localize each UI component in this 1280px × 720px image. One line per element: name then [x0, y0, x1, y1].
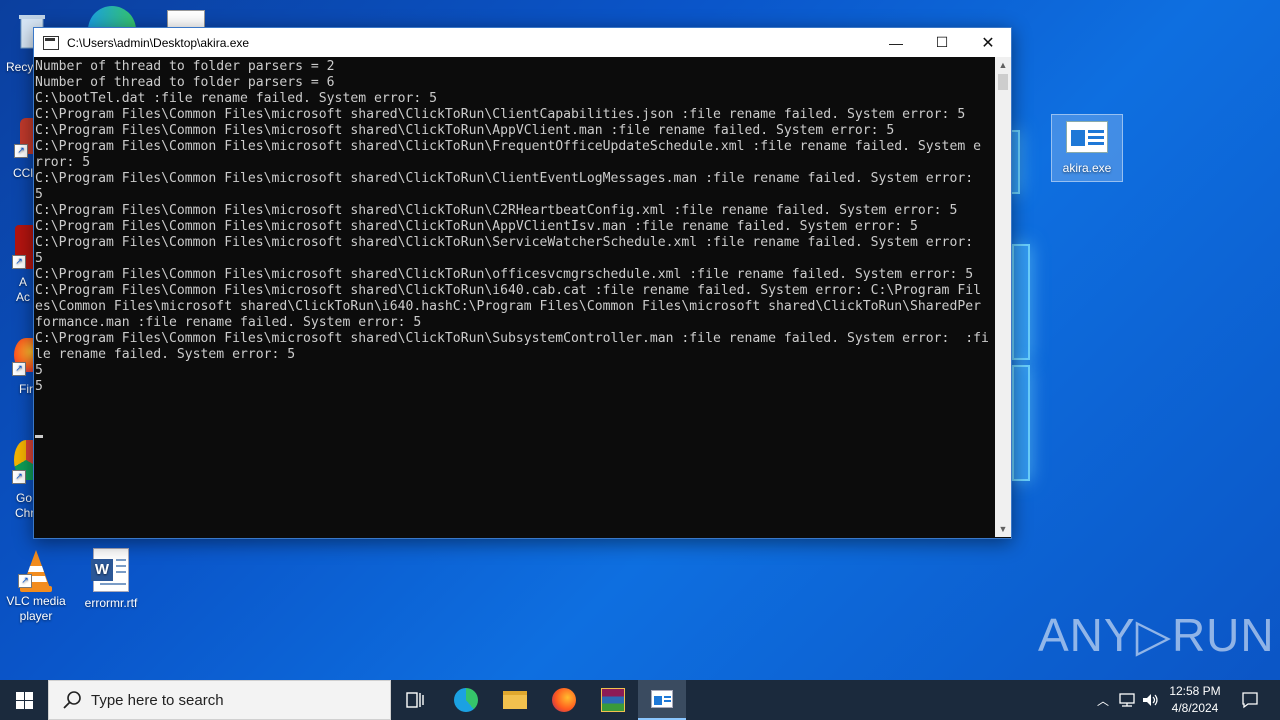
maximize-button[interactable]: ☐ — [919, 28, 965, 57]
console-app-icon — [43, 35, 59, 50]
task-view-icon — [406, 692, 424, 708]
acrobat-label-2: Ac — [16, 290, 31, 304]
console-output-area[interactable]: Number of thread to folder parsers = 2 N… — [34, 57, 994, 537]
folder-icon — [503, 691, 527, 709]
recycle-bin-label: Recy — [6, 60, 34, 74]
shortcut-arrow-icon: ↗ — [18, 574, 32, 588]
chrome-label-1: Go — [16, 491, 33, 505]
volume-icon[interactable] — [1140, 691, 1162, 709]
shortcut-arrow-icon: ↗ — [12, 362, 26, 376]
console-window-icon — [651, 690, 673, 708]
minimize-button[interactable]: — — [873, 28, 919, 57]
vlc-label: VLC media player — [6, 594, 66, 623]
start-button[interactable] — [0, 680, 48, 720]
close-button[interactable]: ✕ — [965, 28, 1011, 57]
scroll-down-icon[interactable]: ▼ — [995, 521, 1011, 537]
vlc-cone-icon: ↗ — [16, 548, 56, 592]
windows-logo-icon — [15, 691, 33, 709]
taskbar: Type here to search ︿ 12:58 PM 4/8/2024 — [0, 680, 1280, 720]
clock-time: 12:58 PM — [1169, 684, 1221, 698]
firefox-label: Fir — [19, 382, 33, 396]
errormr-rtf-label: errormr.rtf — [84, 596, 138, 610]
shortcut-arrow-icon: ↗ — [14, 144, 28, 158]
akira-exe-label: akira.exe — [1062, 161, 1112, 175]
vertical-scrollbar[interactable]: ▲ ▼ — [995, 57, 1011, 537]
vlc-desktop-icon[interactable]: ↗ VLC media player — [0, 548, 72, 624]
text-cursor — [35, 435, 43, 438]
wallpaper-beam — [1012, 365, 1030, 481]
notification-center-button[interactable] — [1230, 680, 1270, 720]
application-window-icon — [1066, 121, 1108, 153]
search-icon — [63, 691, 81, 709]
word-document-icon: W — [91, 548, 129, 592]
taskbar-firefox[interactable] — [540, 680, 588, 720]
scrollbar-thumb[interactable] — [998, 74, 1008, 90]
taskbar-clock[interactable]: 12:58 PM 4/8/2024 — [1160, 683, 1230, 717]
edge-icon — [454, 688, 478, 712]
taskbar-winrar[interactable] — [589, 680, 637, 720]
console-text: Number of thread to folder parsers = 2 N… — [35, 59, 989, 394]
taskbar-edge[interactable] — [442, 680, 490, 720]
taskbar-file-explorer[interactable] — [491, 680, 539, 720]
chevron-up-icon[interactable]: ︿ — [1092, 692, 1114, 709]
firefox-icon — [552, 688, 576, 712]
taskbar-search-box[interactable]: Type here to search — [48, 680, 391, 720]
clock-date: 4/8/2024 — [1171, 701, 1219, 715]
ccleaner-label: CCl — [13, 166, 33, 180]
errormr-rtf-desktop-icon[interactable]: W errormr.rtf — [75, 548, 147, 611]
shortcut-arrow-icon: ↗ — [12, 255, 26, 269]
winrar-icon — [601, 688, 625, 712]
window-title: C:\Users\admin\Desktop\akira.exe — [67, 35, 250, 50]
shortcut-arrow-icon: ↗ — [12, 470, 26, 484]
acrobat-label-1: A — [19, 275, 28, 289]
taskbar-console[interactable] — [638, 680, 686, 720]
network-icon[interactable] — [1116, 691, 1138, 709]
wallpaper-beam — [1012, 244, 1030, 360]
system-tray: ︿ — [1092, 680, 1162, 720]
scroll-up-icon[interactable]: ▲ — [995, 57, 1011, 73]
akira-exe-desktop-icon[interactable]: akira.exe — [1051, 114, 1123, 182]
anyrun-watermark: ANY▷RUN — [1038, 609, 1275, 661]
search-placeholder: Type here to search — [91, 691, 224, 709]
task-view-button[interactable] — [392, 680, 440, 720]
notification-icon — [1242, 692, 1258, 709]
chrome-label-2: Chr — [15, 506, 35, 520]
console-window[interactable]: C:\Users\admin\Desktop\akira.exe — ☐ ✕ N… — [33, 27, 1012, 539]
window-titlebar[interactable]: C:\Users\admin\Desktop\akira.exe — ☐ ✕ — [34, 28, 1011, 57]
